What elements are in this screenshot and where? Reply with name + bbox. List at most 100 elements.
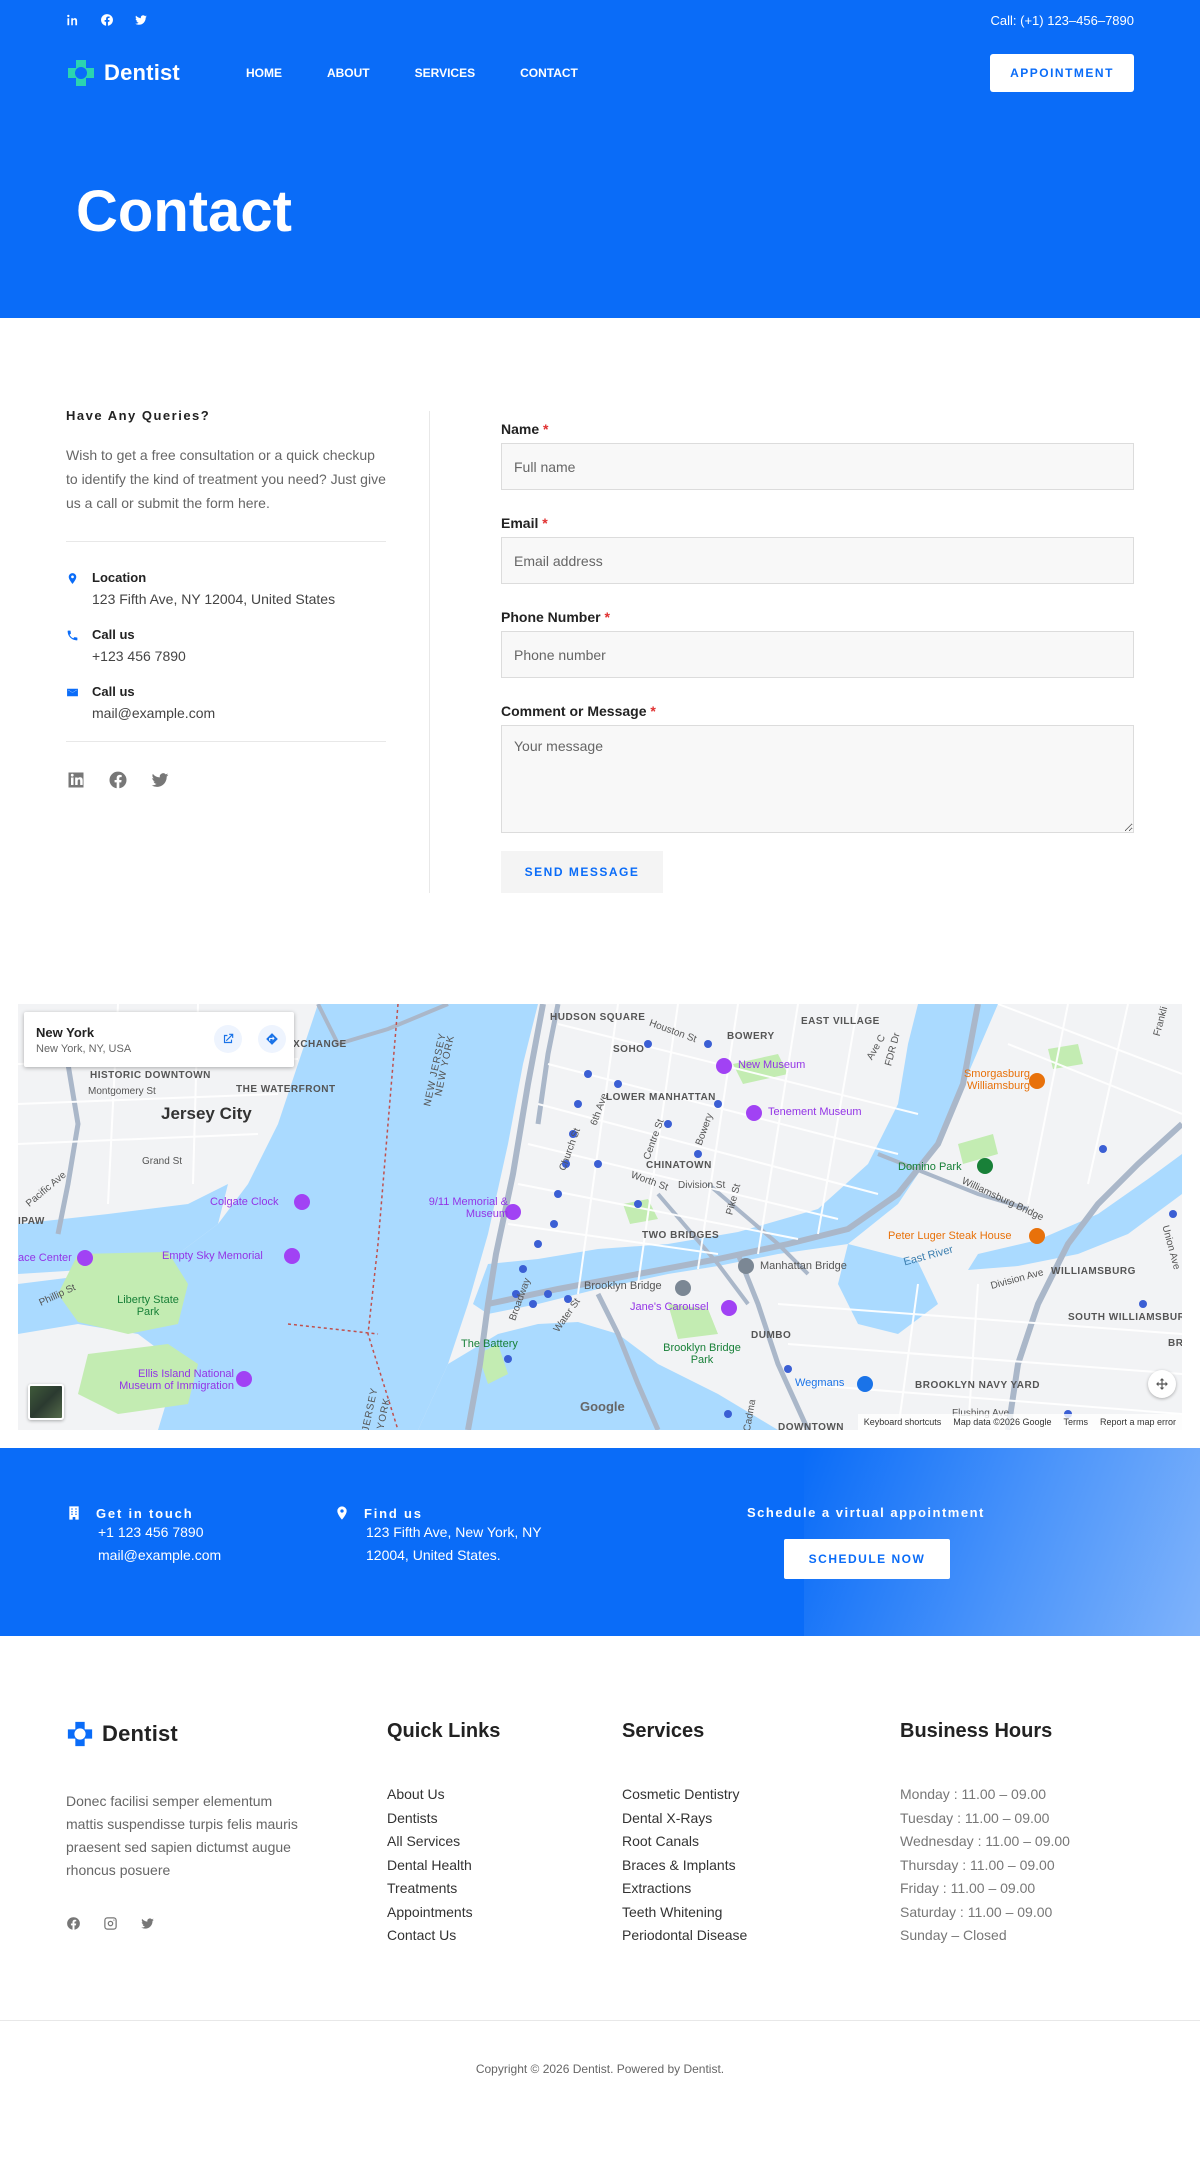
map-poi[interactable]: Ellis Island National Museum of Immigrat… [94, 1368, 234, 1392]
quick-link[interactable]: Appointments [387, 1901, 500, 1925]
appointment-button[interactable]: APPOINTMENT [990, 54, 1134, 92]
map-poi[interactable]: Peter Luger Steak House [888, 1230, 1012, 1242]
service-link[interactable]: Teeth Whitening [622, 1901, 747, 1925]
email-input[interactable] [501, 537, 1134, 584]
logo[interactable]: Dentist [66, 58, 180, 88]
facebook-icon[interactable] [66, 1916, 81, 1931]
quick-links-title: Quick Links [387, 1720, 501, 1742]
info-location: Location 123 Fifth Ave, NY 12004, United… [66, 570, 386, 607]
info-value[interactable]: mail@example.com [92, 705, 215, 721]
report-error-link[interactable]: Report a map error [1100, 1417, 1176, 1427]
cta-band: Get in touch +1 123 456 7890 mail@exampl… [0, 1448, 1200, 1636]
info-value[interactable]: +123 456 7890 [92, 648, 186, 664]
nav-home[interactable]: HOME [246, 66, 282, 80]
footer-about: Donec facilisi semper elementum mattis s… [66, 1793, 298, 1878]
service-link[interactable]: Dental X-Rays [622, 1807, 747, 1831]
hours-row: Tuesday : 11.00 – 09.00 [900, 1809, 1050, 1826]
service-link[interactable]: Extractions [622, 1877, 747, 1901]
nav-services[interactable]: SERVICES [415, 66, 475, 80]
location-pin-icon [337, 1506, 347, 1520]
cta-email[interactable]: mail@example.com [98, 1544, 221, 1567]
quick-link[interactable]: Treatments [387, 1877, 500, 1901]
service-link[interactable]: Braces & Implants [622, 1854, 747, 1878]
quick-link[interactable]: Dentists [387, 1807, 500, 1831]
info-email: Call us mail@example.com [66, 684, 386, 721]
map-place-name: New York [36, 1025, 95, 1040]
facebook-icon[interactable] [108, 770, 128, 790]
service-link[interactable]: Cosmetic Dentistry [622, 1783, 747, 1807]
linkedin-icon[interactable] [66, 13, 80, 27]
schedule-now-button[interactable]: SCHEDULE NOW [784, 1539, 950, 1579]
map-poi[interactable]: Smorgasburg Williamsburg [950, 1068, 1030, 1092]
nav-about[interactable]: ABOUT [327, 66, 370, 80]
schedule-title: Schedule a virtual appointment [747, 1505, 985, 1520]
find-us: Find us 123 Fifth Ave, New York, NY 1200… [334, 1505, 542, 1567]
top-bar: Call: (+1) 123–456–7890 [0, 0, 1200, 40]
required-mark: * [650, 703, 656, 719]
map-label: Liberty State Park [117, 1294, 179, 1318]
cta-phone[interactable]: +1 123 456 7890 [98, 1521, 221, 1544]
service-link[interactable]: Root Canals [622, 1830, 747, 1854]
footer-socials [66, 1916, 155, 1931]
google-map[interactable]: Jersey City HISTORIC DOWNTOWN EXCHANGE T… [18, 1004, 1182, 1430]
queries-text: Wish to get a free consultation or a qui… [66, 447, 386, 511]
map-label: IPAW [18, 1216, 45, 1227]
instagram-icon[interactable] [103, 1916, 118, 1931]
info-label: Call us [92, 627, 135, 642]
quick-link[interactable]: All Services [387, 1830, 500, 1854]
terms-link[interactable]: Terms [1063, 1417, 1088, 1427]
nav-contact[interactable]: CONTACT [520, 66, 578, 80]
satellite-toggle[interactable] [28, 1384, 64, 1420]
cta-address-line: 123 Fifth Ave, New York, NY [366, 1524, 542, 1540]
services-links: Services Cosmetic Dentistry Dental X-Ray… [622, 1720, 747, 1948]
copyright: Copyright © 2026 Dentist. Powered by Den… [475, 2062, 725, 2076]
envelope-icon [67, 688, 78, 697]
hours-row: Sunday – Closed [900, 1927, 1007, 1943]
name-input[interactable] [501, 443, 1134, 490]
map-poi[interactable]: 9/11 Memorial & Museum [418, 1196, 508, 1220]
external-link-icon [223, 1033, 234, 1044]
service-link[interactable]: Periodontal Disease [622, 1924, 747, 1948]
message-label: Comment or Message * [501, 703, 656, 719]
send-message-button[interactable]: SEND MESSAGE [501, 851, 663, 893]
quick-link[interactable]: Contact Us [387, 1924, 500, 1948]
map-poi[interactable]: Empty Sky Memorial [162, 1250, 263, 1262]
open-in-maps-button[interactable] [214, 1025, 242, 1053]
fullscreen-button[interactable] [1148, 1370, 1176, 1398]
map-poi[interactable]: New Museum [738, 1059, 805, 1071]
map-label: The Battery [461, 1338, 518, 1350]
map-poi[interactable]: Jane's Carousel [630, 1301, 709, 1313]
directions-button[interactable] [258, 1025, 286, 1053]
map-poi[interactable]: Colgate Clock [210, 1196, 278, 1208]
map-poi[interactable]: Domino Park [898, 1161, 962, 1173]
linkedin-icon[interactable] [66, 770, 86, 790]
map-label: CHINATOWN [646, 1160, 712, 1171]
quick-links: Quick Links About Us Dentists All Servic… [387, 1720, 500, 1948]
map-poi[interactable]: Wegmans [795, 1377, 844, 1389]
twitter-icon[interactable] [134, 13, 148, 27]
map-label: WILLIAMSBURG [1051, 1266, 1136, 1277]
twitter-icon[interactable] [150, 770, 170, 790]
map-label: BOWERY [727, 1031, 775, 1042]
message-textarea[interactable] [501, 725, 1134, 833]
footer-logo[interactable]: Dentist [66, 1720, 178, 1748]
twitter-icon[interactable] [140, 1916, 155, 1931]
contact-section: Have Any Queries? Wish to get a free con… [0, 318, 1200, 1004]
business-hours: Business Hours Monday : 11.00 – 09.00 Tu… [900, 1720, 1070, 1948]
footer-logo-text: Dentist [102, 1721, 178, 1746]
building-icon [69, 1506, 79, 1520]
map-poi[interactable]: ace Center [18, 1252, 72, 1264]
quick-link[interactable]: Dental Health [387, 1854, 500, 1878]
map-place-address: New York, NY, USA [36, 1043, 132, 1055]
map-poi[interactable]: Tenement Museum [768, 1106, 862, 1118]
facebook-icon[interactable] [100, 13, 114, 27]
hours-row: Saturday : 11.00 – 09.00 [900, 1903, 1053, 1920]
name-label: Name * [501, 421, 549, 437]
contact-form: Name * Email * Phone Number * Comment or… [501, 421, 1134, 893]
keyboard-shortcuts-link[interactable]: Keyboard shortcuts [864, 1417, 942, 1427]
phone-input[interactable] [501, 631, 1134, 678]
map-label: BROOKLYN NAVY YARD [915, 1380, 1040, 1391]
map-label: Grand St [142, 1156, 183, 1167]
quick-link[interactable]: About Us [387, 1783, 500, 1807]
top-phone[interactable]: Call: (+1) 123–456–7890 [991, 13, 1134, 28]
